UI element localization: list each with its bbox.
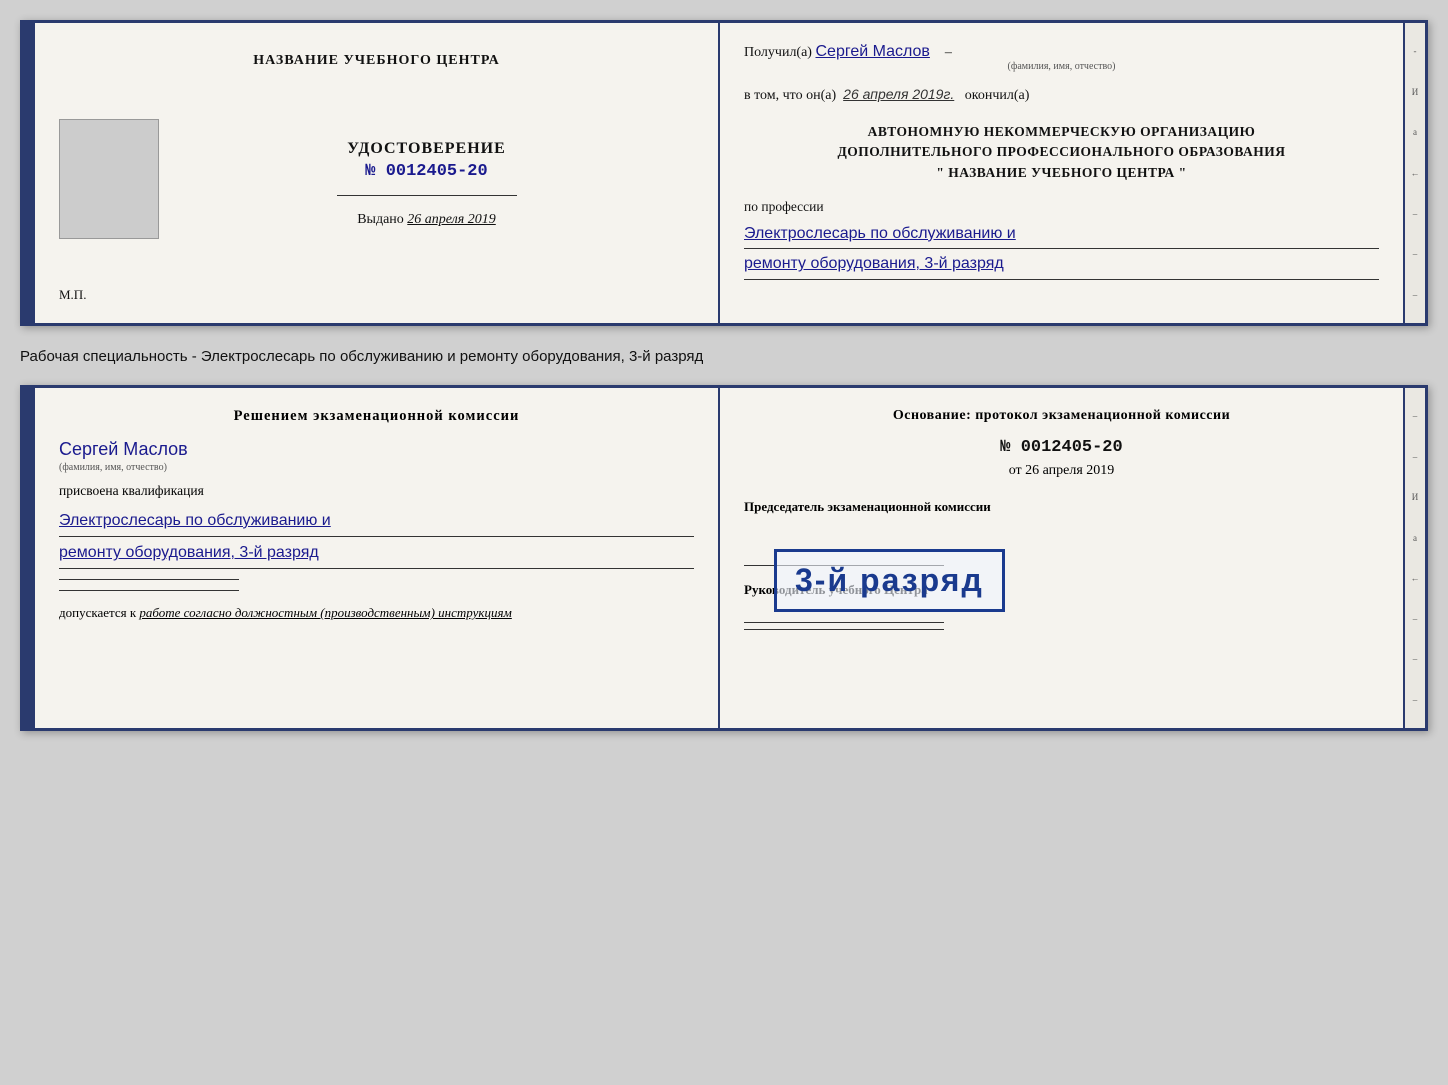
- ot-date: от 26 апреля 2019: [744, 463, 1379, 479]
- prisvoena: присвоена квалификация: [59, 483, 694, 499]
- dopuskaetsya-line: допускается к работе согласно должностны…: [59, 605, 694, 621]
- osnovanie-title: Основание: протокол экзаменационной коми…: [744, 408, 1379, 424]
- kvalifikaciya-text: Электрослесарь по обслуживанию и ремонту…: [59, 507, 694, 569]
- right-decoration: - И а ← – – –: [1403, 23, 1425, 323]
- mp-label: М.П.: [59, 287, 86, 303]
- right-decoration-bottom: – – И а ← – – –: [1403, 388, 1425, 728]
- received-line: Получил(а) Сергей Маслов – (фамилия, имя…: [744, 43, 1379, 72]
- stamp-text: 3-й разряд: [795, 562, 984, 599]
- udostoverenie-title: УДОСТОВЕРЕНИЕ: [159, 140, 694, 158]
- protocol-number: № 0012405-20: [744, 438, 1379, 457]
- resheniem-title: Решением экзаменационной комиссии: [59, 408, 694, 425]
- photo-placeholder: [59, 119, 159, 239]
- udostoverenie-number: № 0012405-20: [159, 162, 694, 181]
- stamp: 3-й разряд: [774, 549, 1005, 612]
- po-professii: по профессии: [744, 199, 1379, 215]
- vydano-line: Выдано 26 апреля 2019: [159, 212, 694, 228]
- profession-text: Электрослесарь по обслуживанию и ремонту…: [744, 221, 1379, 280]
- top-left-title: НАЗВАНИЕ УЧЕБНОГО ЦЕНТРА: [253, 53, 499, 69]
- org-block: АВТОНОМНУЮ НЕКОММЕРЧЕСКУЮ ОРГАНИЗАЦИЮ ДО…: [744, 122, 1379, 183]
- predsedatel-block: Председатель экзаменационной комиссии 3-…: [744, 499, 1379, 515]
- vtom-line: в том, что он(а) 26 апреля 2019г. окончи…: [744, 86, 1379, 104]
- bottom-name: Сергей Маслов: [59, 439, 694, 460]
- fio-hint-bottom: (фамилия, имя, отчество): [59, 462, 694, 473]
- separator-text: Рабочая специальность - Электрослесарь п…: [20, 344, 1428, 367]
